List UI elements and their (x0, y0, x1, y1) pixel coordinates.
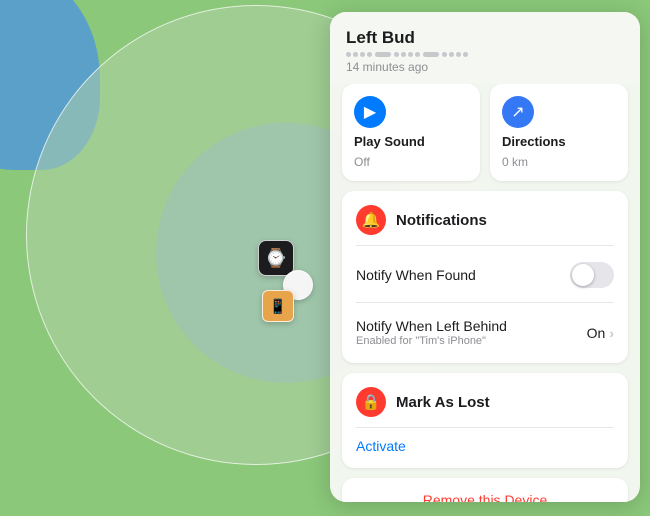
notify-found-toggle[interactable] (570, 262, 614, 288)
location-cluster: ⌚ 📱 (248, 240, 328, 330)
notify-left-behind-label: Notify When Left Behind (356, 318, 587, 334)
id-dash (423, 52, 439, 57)
play-sound-status: Off (354, 155, 468, 169)
chevron-right-icon: › (609, 325, 614, 341)
directions-button[interactable]: ↗ Directions 0 km (490, 84, 628, 181)
device-panel: Left Bud 14 minutes ag (330, 12, 640, 502)
id-dot (367, 52, 372, 57)
notify-left-behind-sub: Enabled for "Tim's iPhone" (356, 335, 587, 347)
device-phone-icon: 📱 (262, 290, 294, 322)
directions-label: Directions (502, 134, 616, 149)
notify-found-label: Notify When Found (356, 267, 476, 283)
divider (356, 245, 614, 246)
mark-as-lost-card: 🔒 Mark As Lost Activate (342, 373, 628, 468)
remove-device-label: Remove this Device (423, 492, 548, 503)
id-dash (375, 52, 391, 57)
play-sound-label: Play Sound (354, 134, 468, 149)
id-dot (449, 52, 454, 57)
id-dot (353, 52, 358, 57)
id-dot (463, 52, 468, 57)
lock-icon: 🔒 (356, 387, 386, 417)
remove-device-card[interactable]: Remove this Device (342, 478, 628, 503)
id-dot (456, 52, 461, 57)
mark-as-lost-header: 🔒 Mark As Lost (356, 387, 614, 417)
device-watch-icon: ⌚ (258, 240, 294, 276)
id-dot (415, 52, 420, 57)
id-dot (360, 52, 365, 57)
id-dot (346, 52, 351, 57)
panel-device-id (346, 52, 624, 57)
activate-button[interactable]: Activate (356, 438, 614, 454)
directions-icon: ↗ (502, 96, 534, 128)
divider (356, 302, 614, 303)
divider (356, 427, 614, 428)
action-buttons-row: ▶ Play Sound Off ↗ Directions 0 km (342, 84, 628, 181)
panel-header: Left Bud 14 minutes ag (330, 12, 640, 84)
id-dot (442, 52, 447, 57)
panel-title: Left Bud (346, 28, 624, 48)
notify-left-behind-status: On (587, 325, 606, 341)
id-dot (408, 52, 413, 57)
play-sound-icon: ▶ (354, 96, 386, 128)
notifications-title: Notifications (396, 212, 487, 229)
notify-left-behind-row[interactable]: Notify When Left Behind Enabled for "Tim… (356, 312, 614, 349)
notifications-card: 🔔 Notifications Notify When Found Notify… (342, 191, 628, 363)
toggle-knob (572, 264, 594, 286)
notify-left-behind-content: Notify When Left Behind Enabled for "Tim… (356, 318, 587, 347)
notifications-header: 🔔 Notifications (356, 205, 614, 235)
notify-left-behind-right: On › (587, 325, 614, 341)
panel-last-seen: 14 minutes ago (346, 60, 624, 74)
notify-found-row: Notify When Found (356, 256, 614, 294)
id-dot (401, 52, 406, 57)
id-dot (394, 52, 399, 57)
panel-content: ▶ Play Sound Off ↗ Directions 0 km 🔔 Not… (330, 84, 640, 502)
play-sound-button[interactable]: ▶ Play Sound Off (342, 84, 480, 181)
mark-as-lost-title: Mark As Lost (396, 394, 490, 411)
notifications-icon: 🔔 (356, 205, 386, 235)
directions-distance: 0 km (502, 155, 616, 169)
